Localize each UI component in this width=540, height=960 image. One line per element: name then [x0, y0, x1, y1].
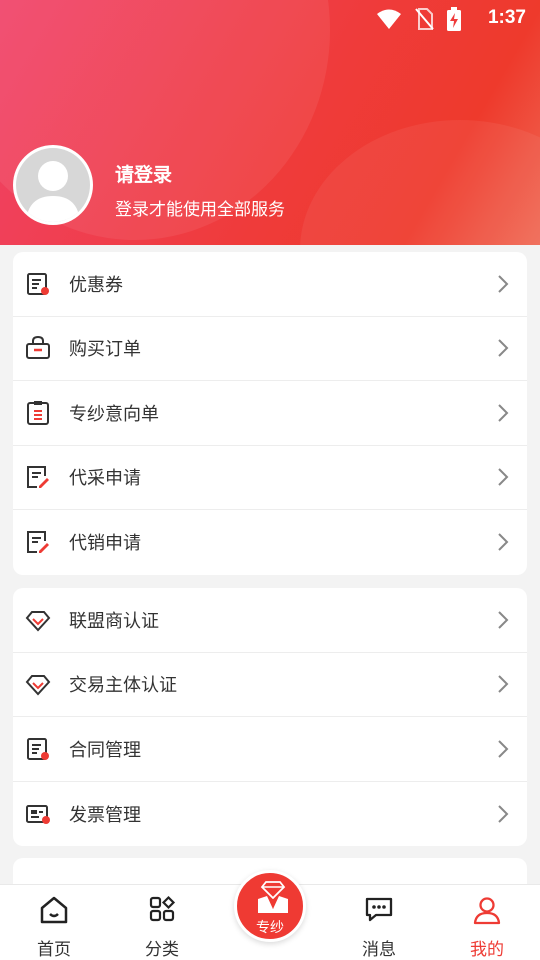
tab-label: 我的 [470, 940, 504, 960]
menu-label: 优惠券 [69, 274, 123, 296]
edit-doc-icon [25, 464, 51, 490]
menu-item-trading-entity-cert[interactable]: 交易主体认证 [13, 653, 527, 717]
user-icon [473, 897, 501, 925]
status-icons [376, 6, 462, 32]
chevron-right-icon [498, 533, 509, 551]
tab-category[interactable]: 分类 [108, 885, 216, 960]
status-time: 1:37 [487, 7, 526, 28]
menu-label: 代销申请 [69, 533, 141, 555]
battery-charging-icon [447, 7, 461, 31]
menu-label: 发票管理 [69, 804, 141, 826]
menu-item-purchase-orders[interactable]: 购买订单 [13, 317, 527, 381]
diamond-suit-icon [258, 881, 288, 913]
no-sim-icon [415, 8, 434, 30]
chevron-right-icon [498, 468, 509, 486]
diamond-icon [25, 671, 51, 697]
tab-label: 首页 [37, 940, 71, 960]
tab-special-yarn-button[interactable]: 专纱 [234, 870, 306, 942]
tab-mine[interactable]: 我的 [433, 885, 540, 960]
menu-item-alliance-cert[interactable]: 联盟商认证 [13, 588, 527, 653]
menu-label: 专纱意向单 [69, 403, 159, 425]
menu-item-contracts[interactable]: 合同管理 [13, 717, 527, 782]
default-user-icon [26, 161, 80, 222]
header-decoration [300, 120, 540, 245]
coupon-icon [25, 271, 51, 297]
home-icon [40, 896, 68, 924]
menu-item-proxy-purchase[interactable]: 代采申请 [13, 446, 527, 510]
chevron-right-icon [498, 275, 509, 293]
chevron-right-icon [498, 740, 509, 758]
bag-icon [25, 335, 51, 361]
chevron-right-icon [498, 611, 509, 629]
wifi-icon [377, 9, 401, 29]
message-bubble-icon [365, 897, 393, 922]
chevron-right-icon [498, 339, 509, 357]
menu-label: 交易主体认证 [69, 675, 177, 697]
clipboard-icon [25, 400, 51, 426]
menu-card-orders: 优惠券 购买订单 专纱意向单 代采申请 代销申请 [13, 252, 527, 575]
avatar[interactable] [13, 145, 93, 225]
contract-icon [25, 736, 51, 762]
tab-messages[interactable]: 消息 [325, 885, 433, 960]
menu-label: 代采申请 [69, 468, 141, 490]
menu-label: 购买订单 [69, 339, 141, 361]
chevron-right-icon [498, 404, 509, 422]
menu-card-certification: 联盟商认证 交易主体认证 合同管理 发票管理 [13, 588, 527, 846]
login-prompt-subtitle: 登录才能使用全部服务 [115, 200, 285, 220]
menu-label: 联盟商认证 [69, 610, 159, 632]
edit-doc-icon [25, 529, 51, 555]
tab-label: 分类 [145, 940, 179, 960]
status-bar: 1:37 [0, 0, 540, 36]
login-prompt-title[interactable]: 请登录 [115, 160, 172, 187]
menu-item-proxy-sales[interactable]: 代销申请 [13, 510, 527, 575]
diamond-icon [25, 607, 51, 633]
chevron-right-icon [498, 805, 509, 823]
invoice-icon [25, 801, 51, 827]
menu-item-coupons[interactable]: 优惠券 [13, 252, 527, 317]
chevron-right-icon [498, 675, 509, 693]
tab-label: 专纱 [256, 920, 284, 936]
menu-item-yarn-intent[interactable]: 专纱意向单 [13, 381, 527, 446]
profile-header: 1:37 请登录 登录才能使用全部服务 [0, 0, 540, 245]
category-grid-icon [149, 895, 176, 922]
menu-item-invoices[interactable]: 发票管理 [13, 782, 527, 847]
menu-label: 合同管理 [69, 739, 141, 761]
tab-label: 消息 [362, 940, 396, 960]
tab-home[interactable]: 首页 [0, 885, 108, 960]
